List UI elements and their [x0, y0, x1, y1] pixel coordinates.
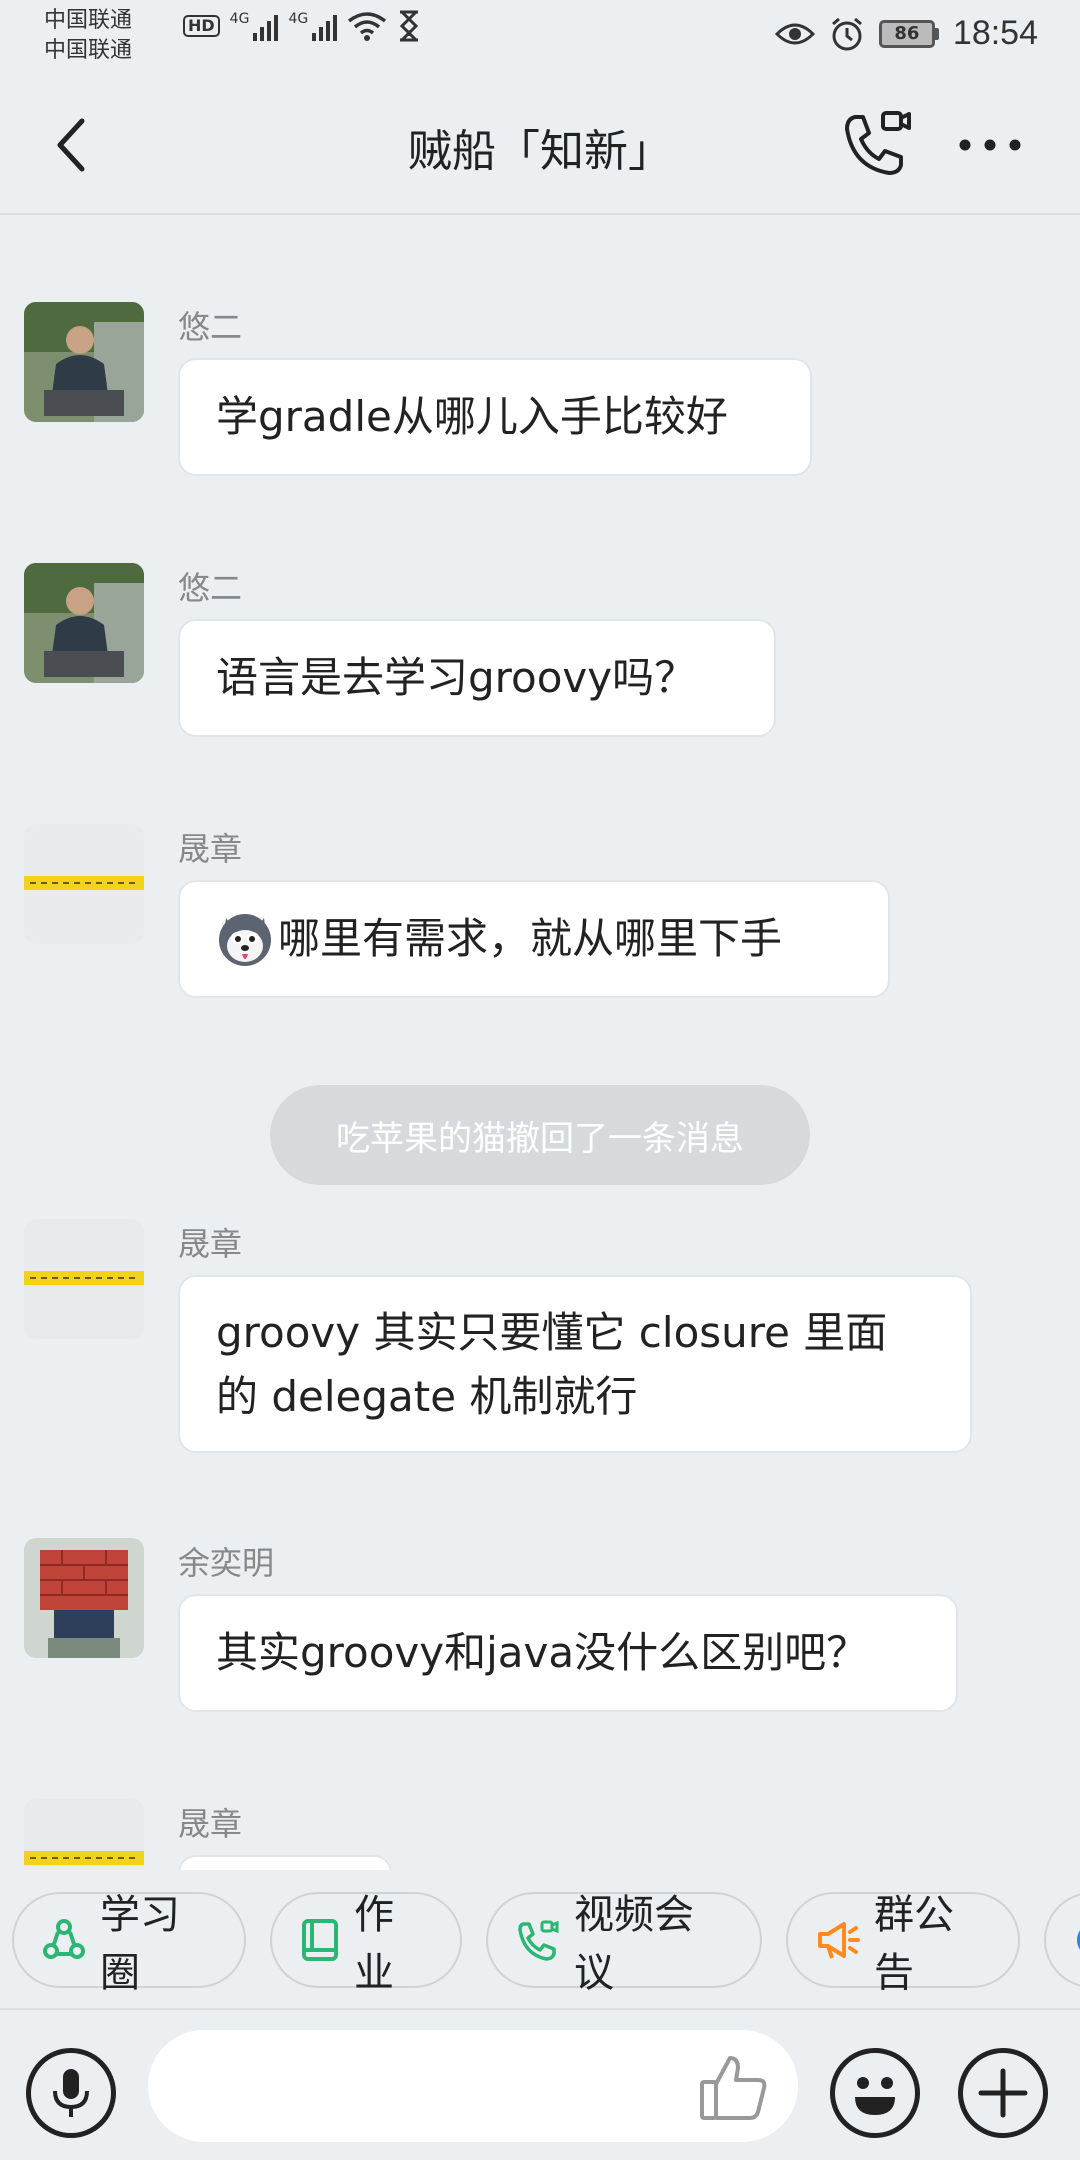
message-text-line-1: groovy 其实只要懂它 closure 里面	[216, 1308, 888, 1357]
wifi-icon	[348, 12, 387, 41]
husky-emoji-icon	[219, 914, 271, 966]
message-text: 语言是去学习groovy吗？	[216, 653, 697, 702]
clock: 18:54	[952, 14, 1038, 52]
thumbs-up-icon	[700, 2056, 767, 2120]
carrier-1: 中国联通	[44, 8, 133, 33]
message-bubble[interactable]	[178, 1855, 392, 1870]
megaphone-icon	[818, 1922, 860, 1959]
system-indicators: 86 18:54	[774, 14, 1038, 53]
tool-video-meeting[interactable]: 视频会议	[486, 1892, 762, 1996]
chat-header: 贼船「知新」	[0, 75, 1080, 215]
tool-homework[interactable]: 作业	[270, 1892, 462, 1996]
sender-name: 余奕明	[178, 1544, 275, 1582]
microphone-icon	[53, 2069, 89, 2117]
message-bubble[interactable]: 语言是去学习groovy吗？	[178, 619, 776, 737]
call-button[interactable]	[833, 105, 913, 185]
alarm-icon	[831, 17, 862, 50]
sender-name: 悠二	[178, 569, 243, 607]
tool-label: 作业	[354, 1892, 394, 1996]
avatar[interactable]	[24, 1538, 144, 1658]
tool-label: 群公告	[874, 1892, 954, 1996]
hd-icon: HD	[183, 15, 220, 37]
battery-level: 86	[878, 19, 935, 48]
avatar[interactable]	[24, 824, 144, 944]
avatar[interactable]	[24, 1219, 144, 1339]
more-button[interactable]	[955, 115, 1025, 175]
book-icon	[302, 1919, 338, 1961]
partial-tool-icon	[1077, 1930, 1080, 1950]
add-button[interactable]	[958, 2048, 1048, 2138]
network-type-1: 4G	[229, 11, 250, 27]
emoji-button[interactable]	[830, 2048, 920, 2138]
status-bar: 中国联通 中国联通 HD 4G 4G 86 18:54	[0, 0, 1080, 75]
carrier-2: 中国联通	[44, 38, 133, 63]
message-text: 其实groovy和java没什么区别吧？	[216, 1628, 869, 1677]
eye-icon	[774, 23, 815, 44]
voice-button[interactable]	[26, 2048, 116, 2138]
plus-icon	[978, 2068, 1028, 2118]
message-bubble[interactable]: groovy 其实只要懂它 closure 里面 的 delegate 机制就行	[178, 1275, 972, 1453]
smiley-icon	[855, 2077, 895, 2115]
avatar[interactable]	[24, 563, 144, 683]
page-title: 贼船「知新」	[408, 126, 672, 177]
avatar[interactable]	[24, 1799, 144, 1870]
signal-icon-1: 4G	[230, 11, 279, 41]
avatar[interactable]	[24, 302, 144, 422]
recall-notice: 吃苹果的猫撤回了一条消息	[270, 1085, 810, 1185]
message-bubble[interactable]: 学gradle从哪儿入手比较好	[178, 358, 812, 476]
tool-study-circle[interactable]: 学习圈	[12, 1892, 246, 1996]
message-list[interactable]: 悠二 学gradle从哪儿入手比较好 悠二 语言是去学习groovy吗？ 晟章 …	[0, 217, 1080, 1870]
message-text-line-2: 的 delegate 机制就行	[216, 1372, 638, 1421]
phone-video-icon	[845, 111, 911, 175]
message-text: 学gradle从哪儿入手比较好	[216, 392, 728, 441]
tool-more-partial[interactable]	[1044, 1892, 1080, 1988]
group-tools-bar: 学习圈 作业 视频会议 群公告	[0, 1870, 1080, 2010]
sender-name: 悠二	[178, 308, 243, 346]
recycle-circle-icon	[43, 1919, 85, 1959]
tool-label: 视频会议	[574, 1892, 694, 1996]
battery-icon: 86	[878, 19, 939, 48]
sender-name: 晟章	[178, 1805, 243, 1843]
tool-announcement[interactable]: 群公告	[786, 1892, 1020, 1996]
network-indicators: HD 4G 4G	[183, 10, 421, 42]
like-button[interactable]	[698, 2052, 770, 2124]
network-type-2: 4G	[288, 11, 309, 27]
message-bubble[interactable]: 哪里有需求，就从哪里下手	[178, 880, 890, 998]
video-call-icon	[518, 1920, 559, 1961]
sender-name: 晟章	[178, 1225, 243, 1263]
hourglass-icon	[400, 10, 419, 42]
composer	[0, 2012, 1080, 2160]
message-bubble[interactable]: 其实groovy和java没什么区别吧？	[178, 1594, 958, 1712]
tool-label: 学习圈	[100, 1892, 180, 1996]
sender-name: 晟章	[178, 830, 243, 868]
message-text: 哪里有需求，就从哪里下手	[278, 914, 783, 963]
signal-icon-2: 4G	[288, 11, 338, 41]
more-dots-icon	[959, 139, 1021, 151]
carrier-labels: 中国联通 中国联通	[44, 6, 132, 66]
